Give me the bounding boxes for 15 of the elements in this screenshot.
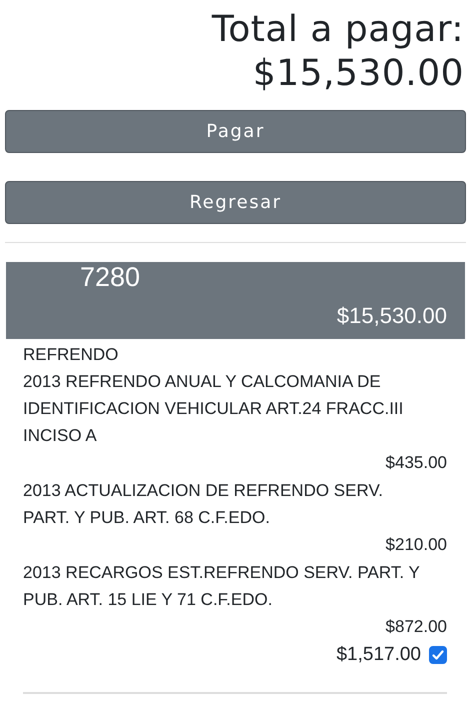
action-button[interactable]: Regresar xyxy=(5,181,466,224)
item-amount: $210.00 xyxy=(386,535,447,554)
account-number: 7280 xyxy=(80,262,140,293)
account-amount: $15,530.00 xyxy=(336,303,447,329)
item-amount: $435.00 xyxy=(386,453,447,472)
total-label: Total a pagar: xyxy=(210,8,464,52)
action-button[interactable]: Pagar xyxy=(5,110,466,153)
total-amount: $15,530.00 xyxy=(252,52,464,96)
item-description: 2013 RECARGOS EST.REFRENDO SERV. PART. Y PUB. ART. 15 LIE Y 71 C.F.EDO. xyxy=(23,562,421,611)
item-description: 2013 ACTUALIZACION DE REFRENDO SERV. PART. Y PUB. ART. 68 C.F.EDO. xyxy=(23,480,384,529)
item-amount: $872.00 xyxy=(386,617,447,636)
subtotal-amount: $1,517.00 xyxy=(336,643,421,667)
checkbox[interactable] xyxy=(429,646,447,664)
item-description: 2013 REFRENDO ANUAL Y CALCOMANIA DE IDENTIFICACION VEHICULAR ART.24 FRACC.III INCISO A xyxy=(23,371,404,447)
section-title: REFRENDO xyxy=(23,344,120,366)
